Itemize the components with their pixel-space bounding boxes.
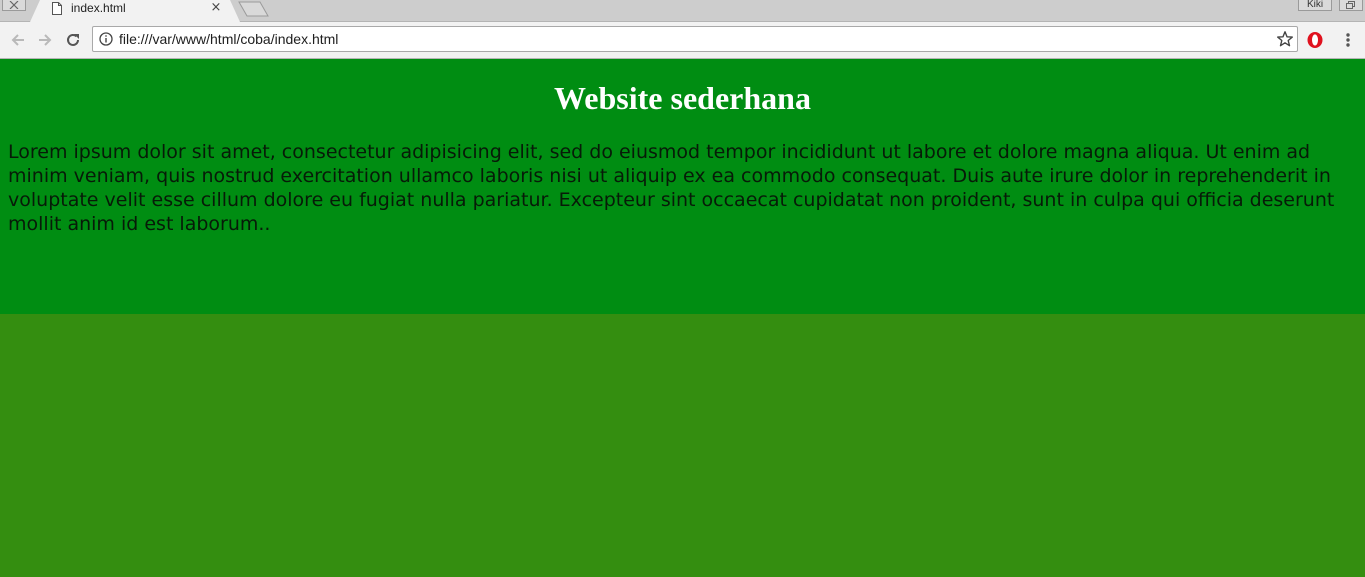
page-icon [52,2,62,15]
page-paragraph: Lorem ipsum dolor sit amet, consectetur … [8,141,1335,235]
tab-edge-left [30,0,40,22]
reload-icon [67,33,79,46]
restore-icon [1346,1,1355,9]
tab-strip: index.html × Kiki [0,0,1365,22]
tab-title[interactable]: index.html [71,1,126,15]
header-section: Website sederhana Lorem ipsum dolor sit … [0,59,1365,314]
browser-toolbar: file:///var/www/html/coba/index.html [0,22,1365,59]
tab-active[interactable] [40,0,230,22]
forward-icon [39,34,52,46]
back-button[interactable] [8,30,28,50]
menu-icon[interactable] [1341,32,1355,48]
forward-button[interactable] [35,30,55,50]
window-restore-button[interactable] [1339,0,1363,11]
page-viewport: Website sederhana Lorem ipsum dolor sit … [0,59,1365,577]
close-icon [9,1,19,9]
url-text[interactable]: file:///var/www/html/coba/index.html [119,31,338,47]
new-tab-button[interactable] [238,1,270,17]
opera-icon[interactable] [1306,31,1324,49]
profile-button[interactable]: Kiki [1298,0,1332,11]
window-close-button[interactable] [2,0,26,11]
star-icon[interactable] [1276,30,1294,48]
page-title: Website sederhana [554,80,811,116]
info-icon[interactable] [99,32,113,46]
address-bar[interactable]: file:///var/www/html/coba/index.html [92,26,1298,52]
back-icon [11,34,24,46]
reload-button[interactable] [63,30,83,50]
tab-close-button[interactable]: × [209,1,223,15]
